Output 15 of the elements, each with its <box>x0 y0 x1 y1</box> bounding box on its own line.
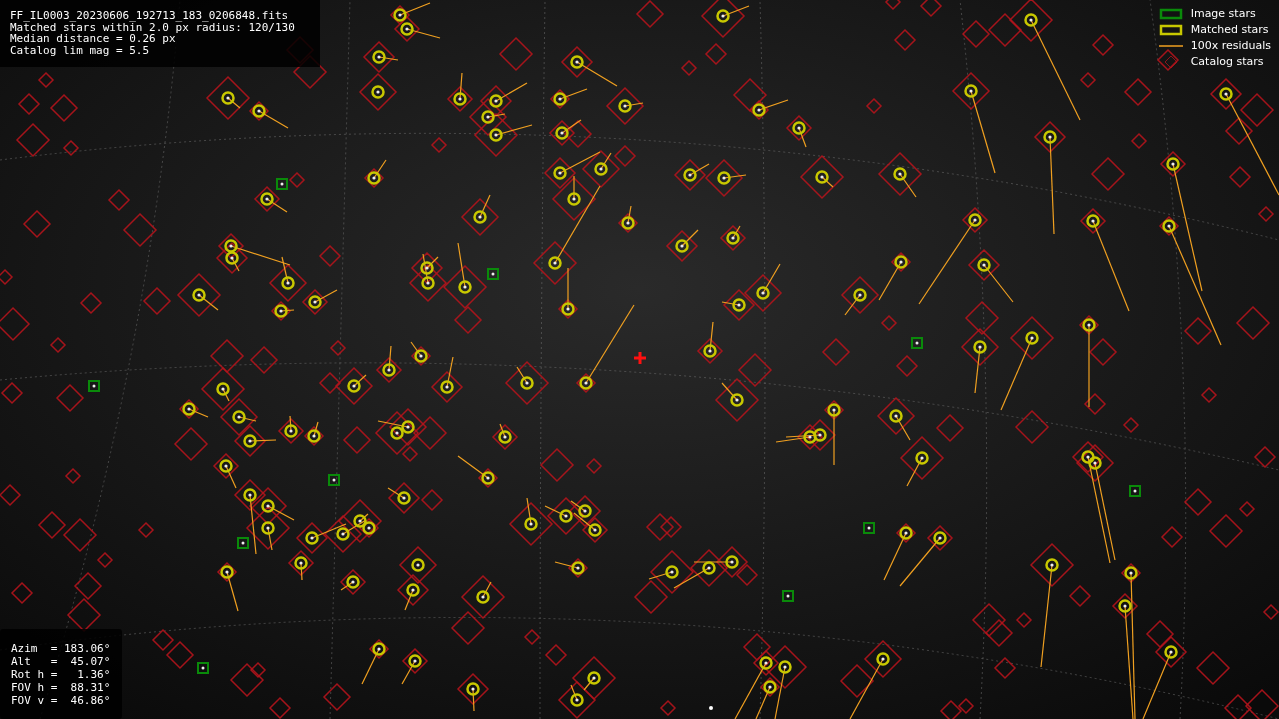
matched-star-swatch-icon <box>1158 23 1183 36</box>
info-line: Catalog lim mag = 5.5 <box>10 44 151 56</box>
pointing-line: FOV v = 46.86° <box>11 694 111 707</box>
pointing-line: Alt = 45.07° <box>11 655 111 668</box>
legend-label: Matched stars <box>1190 23 1269 36</box>
pointing-line: FOV h = 88.31° <box>11 681 111 694</box>
info-line: Median distance = 0.26 px <box>10 33 176 45</box>
legend-label: Image stars <box>1190 7 1256 20</box>
info-line: Matched stars within 2.0 px radius: 120/130 <box>10 21 296 33</box>
pointing-line: Rot h = 1.36° <box>11 668 111 681</box>
info-line: FF_IL0003_20230606_192713_183_0206848.fits <box>10 10 290 22</box>
pointing-line: Azim = 183.06° <box>11 642 111 655</box>
legend-label: Catalog stars <box>1190 55 1264 68</box>
legend-label: 100x residuals <box>1190 39 1271 52</box>
image-star-swatch-icon <box>1158 7 1183 20</box>
